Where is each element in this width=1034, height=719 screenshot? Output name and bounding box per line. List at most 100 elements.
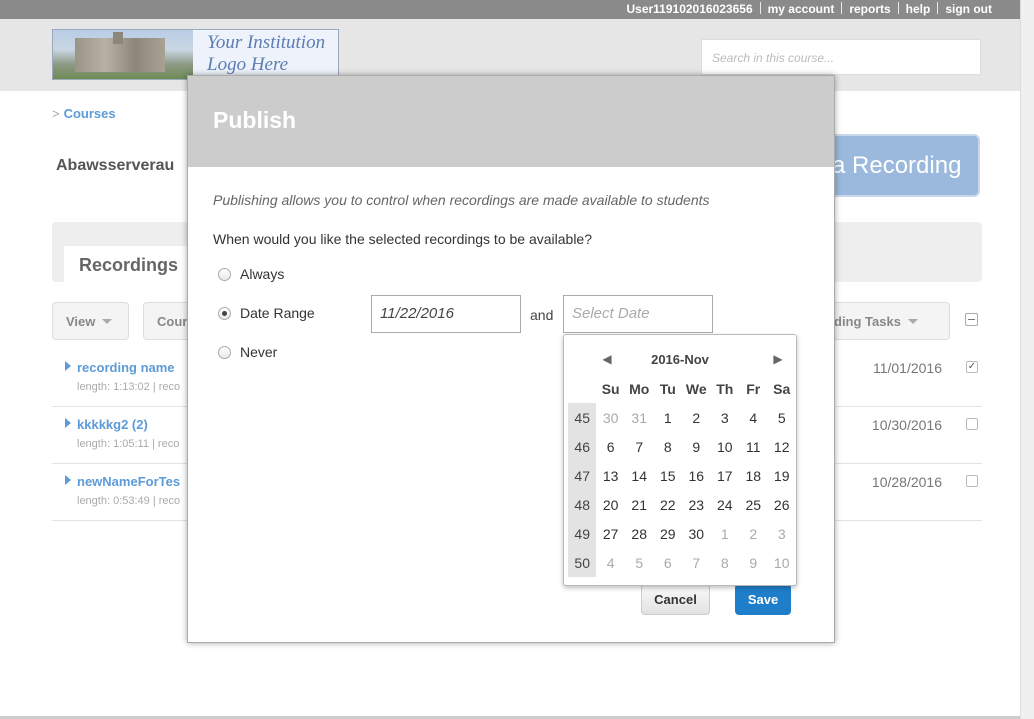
calendar-week-row: 50 4 5 6 7 8 9 10 [568, 548, 796, 577]
end-date-input[interactable]: Select Date [563, 295, 713, 333]
calendar-day[interactable]: 17 [711, 461, 739, 490]
calendar-day[interactable]: 3 [767, 519, 796, 548]
weekday-header: Tu [659, 380, 676, 397]
calendar-day[interactable]: 9 [739, 548, 767, 577]
dialog-intro: Publishing allows you to control when re… [213, 192, 710, 208]
week-number: 49 [568, 519, 597, 548]
help-link[interactable]: help [906, 2, 931, 16]
expand-icon[interactable] [65, 475, 71, 485]
weekday-header: Th [716, 380, 734, 397]
calendar-day[interactable]: 22 [654, 490, 682, 519]
calendar-day[interactable]: 13 [596, 461, 625, 490]
weekday-header: We [685, 380, 707, 397]
calendar-day[interactable]: 4 [596, 548, 625, 577]
save-button[interactable]: Save [735, 584, 791, 615]
breadcrumb[interactable]: > Courses [52, 106, 116, 121]
calendar-day[interactable]: 29 [654, 519, 682, 548]
row-checkbox[interactable]: ✓ [966, 361, 978, 373]
calendar-day[interactable]: 20 [596, 490, 625, 519]
calendar-day[interactable]: 21 [625, 490, 654, 519]
logo-text: Your Institution Logo Here [207, 32, 325, 76]
calendar-day[interactable]: 16 [682, 461, 711, 490]
campus-photo [53, 30, 193, 79]
calendar-day[interactable]: 2 [682, 403, 711, 432]
calendar-day[interactable]: 5 [767, 403, 796, 432]
calendar-grid: Su Mo Tu We Th Fr Sa 45 30 31 1 2 3 4 5 46 6 7 8 9 10… [568, 374, 796, 577]
dialog-header: Publish [188, 76, 834, 167]
calendar-day[interactable]: 9 [682, 432, 711, 461]
recording-name[interactable]: kkkkkg2 (2) [77, 417, 148, 432]
calendar-day[interactable]: 1 [711, 519, 739, 548]
calendar-day[interactable]: 27 [596, 519, 625, 548]
expand-icon[interactable] [65, 361, 71, 371]
reports-link[interactable]: reports [849, 2, 890, 16]
calendar-day[interactable]: 30 [596, 403, 625, 432]
and-label: and [530, 307, 554, 323]
weekday-header: Fr [746, 380, 761, 397]
calendar-day[interactable]: 3 [711, 403, 739, 432]
recording-date: 10/28/2016 [871, 474, 942, 490]
calendar-week-row: 46 6 7 8 9 10 11 12 [568, 432, 796, 461]
calendar-day[interactable]: 24 [711, 490, 739, 519]
username-link[interactable]: User119102016023656 [626, 2, 752, 16]
calendar-day[interactable]: 14 [625, 461, 654, 490]
next-month-icon[interactable]: ▶ [772, 353, 784, 365]
cancel-button[interactable]: Cancel [641, 584, 710, 615]
logo-line1: Your Institution [207, 32, 326, 53]
calendar-day[interactable]: 7 [682, 548, 711, 577]
calendar-day[interactable]: 8 [711, 548, 739, 577]
calendar-day[interactable]: 26 [767, 490, 796, 519]
calendar-day[interactable]: 18 [739, 461, 767, 490]
radio-always[interactable] [218, 268, 231, 281]
calendar-day[interactable]: 31 [625, 403, 654, 432]
view-label: View [66, 314, 96, 329]
institution-logo[interactable]: Your Institution Logo Here [52, 29, 339, 80]
page-scrollbar[interactable] [1020, 0, 1034, 719]
calendar-day[interactable]: 10 [711, 432, 739, 461]
label-never[interactable]: Never [240, 344, 277, 360]
calendar-day[interactable]: 5 [625, 548, 654, 577]
breadcrumb-courses[interactable]: Courses [64, 106, 116, 121]
calendar-day[interactable]: 30 [682, 519, 711, 548]
calendar-day[interactable]: 12 [767, 432, 796, 461]
my-account-link[interactable]: my account [768, 2, 835, 16]
calendar-day[interactable]: 28 [625, 519, 654, 548]
tab-recordings[interactable]: Recordings [64, 246, 188, 282]
radio-never[interactable] [218, 346, 231, 359]
row-checkbox[interactable] [966, 475, 978, 487]
view-dropdown[interactable]: View [52, 302, 129, 340]
calendar-day[interactable]: 6 [654, 548, 682, 577]
calendar-day[interactable]: 23 [682, 490, 711, 519]
calendar-day[interactable]: 10 [767, 548, 796, 577]
calendar-day[interactable]: 1 [654, 403, 682, 432]
calendar-day[interactable]: 25 [739, 490, 767, 519]
start-date-input[interactable]: 11/22/2016 [371, 295, 521, 333]
recording-name[interactable]: recording name [77, 360, 175, 375]
radio-date-range[interactable] [218, 307, 231, 320]
calendar-day[interactable]: 4 [739, 403, 767, 432]
search-input[interactable]: Search in this course... [701, 39, 981, 75]
calendar-month-title[interactable]: 2016-Nov [564, 352, 796, 367]
calendar-day[interactable]: 6 [596, 432, 625, 461]
top-bar: User119102016023656 my account reports help… [0, 0, 1020, 19]
calendar-day[interactable]: 8 [654, 432, 682, 461]
weekday-header: Sa [773, 380, 791, 397]
calendar-day[interactable]: 15 [654, 461, 682, 490]
label-date-range[interactable]: Date Range [240, 305, 315, 321]
calendar-week-row: 47 13 14 15 16 17 18 19 [568, 461, 796, 490]
logo-line2: Logo Here [207, 54, 289, 75]
calendar-day[interactable]: 7 [625, 432, 654, 461]
recording-name[interactable]: newNameForTes [77, 474, 180, 489]
select-all-checkbox[interactable] [965, 313, 978, 326]
course-title: Abawsserverau [56, 157, 175, 174]
expand-icon[interactable] [65, 418, 71, 428]
calendar-day[interactable]: 11 [739, 432, 767, 461]
week-number: 45 [568, 403, 597, 432]
sign-out-link[interactable]: sign out [945, 2, 992, 16]
row-checkbox[interactable] [966, 418, 978, 430]
label-always[interactable]: Always [240, 266, 284, 282]
calendar-day[interactable]: 2 [739, 519, 767, 548]
calendar-week-row: 45 30 31 1 2 3 4 5 [568, 403, 796, 432]
recording-meta: length: 1:05:11 | reco [77, 438, 180, 450]
calendar-day[interactable]: 19 [767, 461, 796, 490]
